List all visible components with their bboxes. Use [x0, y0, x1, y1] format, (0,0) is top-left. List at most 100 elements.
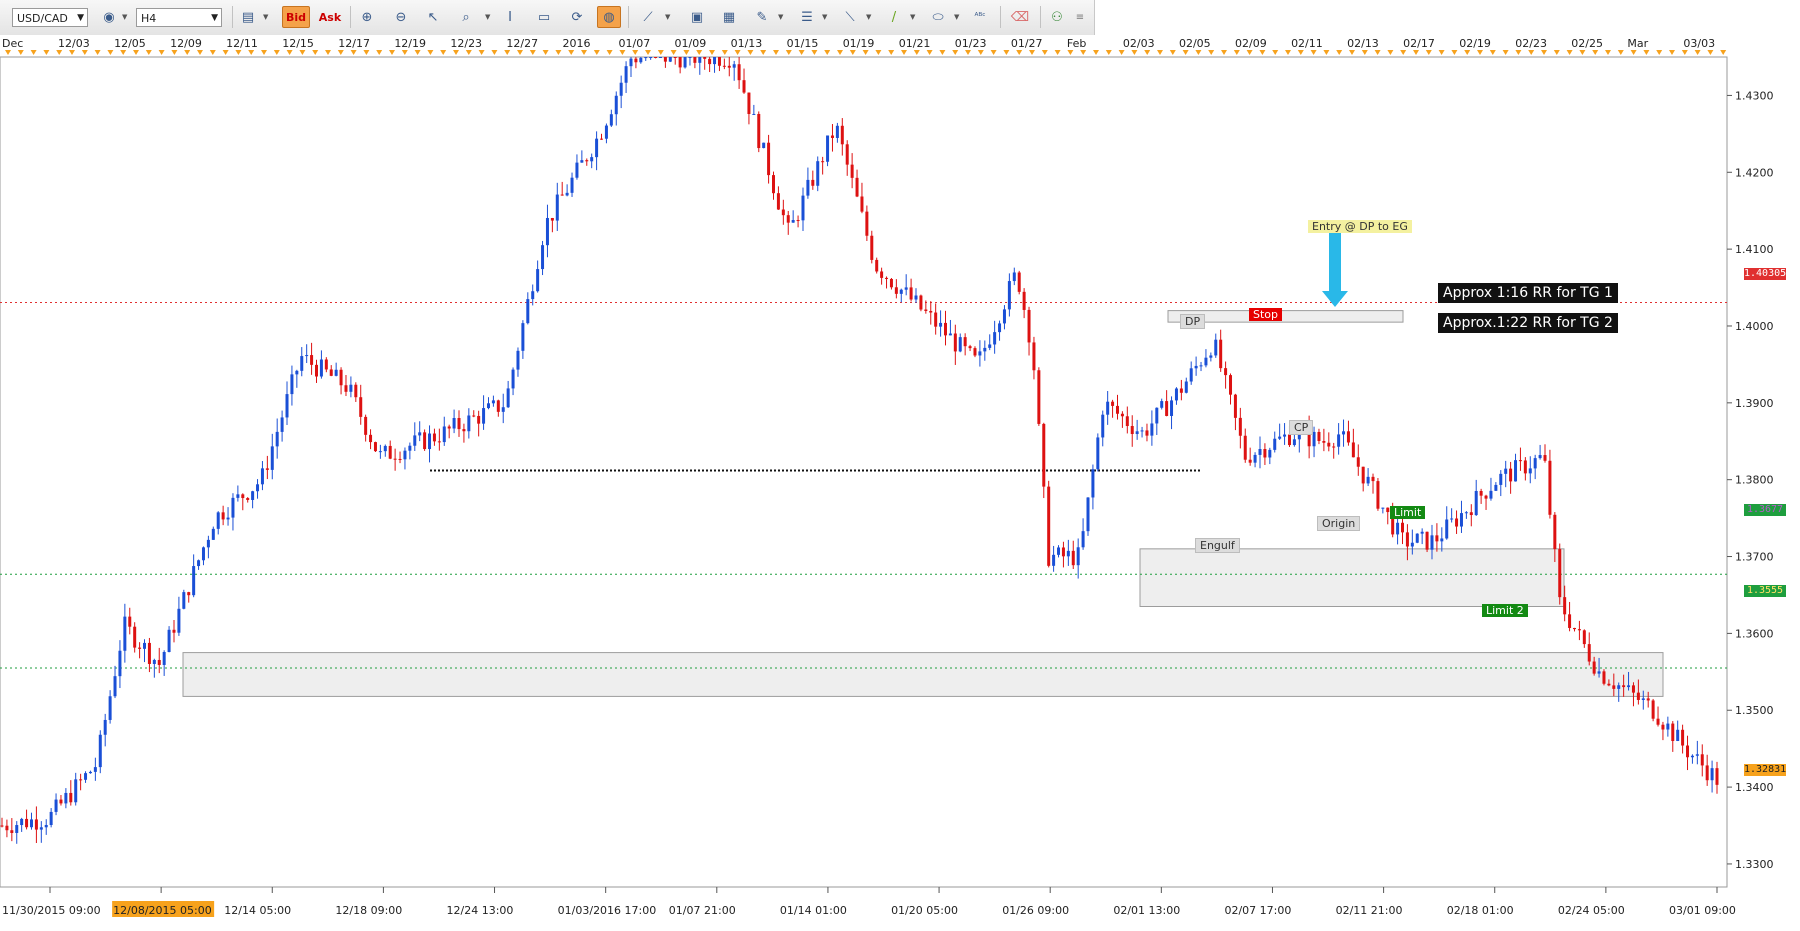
- candle-body-bear: [1592, 661, 1596, 674]
- zoom-in-icon[interactable]: ⊕: [355, 6, 379, 28]
- candle-body-bull: [1445, 519, 1449, 539]
- top-axis-label: 02/05: [1179, 37, 1211, 50]
- text-tool-icon[interactable]: Ⅰ: [498, 6, 522, 28]
- top-axis-label: 12/15: [282, 37, 314, 50]
- period-marker: [849, 50, 856, 55]
- candle-body-bear: [850, 164, 854, 178]
- ruler-icon[interactable]: ⟋: [636, 6, 660, 28]
- period-marker: [273, 50, 280, 55]
- candle-body-bear: [1332, 446, 1336, 448]
- chevron-down-icon[interactable]: ▼: [778, 13, 783, 21]
- candle-body-bear: [1523, 460, 1527, 474]
- symbol-select[interactable]: USD/CAD ▼: [12, 8, 88, 27]
- candle-body-bull: [614, 95, 618, 115]
- eraser-icon[interactable]: ⌫: [1008, 6, 1032, 28]
- period-marker: [1553, 50, 1560, 55]
- candle-body-bear: [1671, 723, 1675, 742]
- more-icon[interactable]: ≡: [1072, 6, 1088, 28]
- ask-toggle[interactable]: Ask: [316, 6, 344, 28]
- line-icon[interactable]: /: [882, 6, 906, 28]
- candle-body-bear: [840, 125, 844, 145]
- candle-body-bull: [1140, 430, 1144, 432]
- candle-body-bear: [934, 312, 938, 327]
- price-chart[interactable]: Dec 12/03 12/05 12/09 12/11 12/15 12/17 12/19 12…: [0, 35, 1800, 931]
- draw-tool-icon[interactable]: ✎: [750, 6, 774, 28]
- candle-body-bull: [948, 333, 952, 336]
- candle-body-bear: [1705, 765, 1709, 781]
- candle-body-bull: [1690, 755, 1694, 758]
- chart-canvas[interactable]: Dec 12/03 12/05 12/09 12/11 12/15 12/17 12/19 12…: [0, 35, 1800, 931]
- period-marker: [1374, 50, 1381, 55]
- candle-body-bull: [491, 400, 495, 404]
- candle-body-bear: [767, 142, 771, 176]
- bid-toggle[interactable]: Bid: [282, 6, 310, 28]
- chevron-down-icon[interactable]: ▼: [665, 13, 670, 21]
- period-marker: [824, 50, 831, 55]
- candle-body-bull: [506, 388, 510, 408]
- view-icon[interactable]: ◉: [97, 6, 121, 28]
- candle-body-bear: [1263, 449, 1267, 458]
- chart-type-icon[interactable]: ▤: [236, 6, 260, 28]
- period-marker: [1605, 50, 1611, 55]
- top-axis-label: Mar: [1627, 37, 1648, 50]
- globe-icon[interactable]: ◍: [597, 6, 621, 28]
- period-marker: [696, 50, 703, 55]
- candle-body-bull: [501, 407, 505, 412]
- zoom-out-icon[interactable]: ⊖: [389, 6, 413, 28]
- trend-icon[interactable]: ⟍: [838, 6, 862, 28]
- chevron-down-icon[interactable]: ▼: [954, 13, 959, 21]
- template-icon[interactable]: ▦: [717, 6, 741, 28]
- candle-body-bear: [1469, 512, 1473, 516]
- candle-body-bull: [1283, 434, 1287, 437]
- chevron-down-icon[interactable]: ▼: [910, 13, 915, 21]
- candle-body-bear: [1120, 413, 1124, 417]
- candle-body-bear: [885, 277, 889, 279]
- abc-text-icon[interactable]: ᴬᴮᶜ: [968, 6, 992, 28]
- candle-body-bull: [835, 125, 839, 138]
- ellipse-icon[interactable]: ⬭: [926, 6, 950, 28]
- candle-body-bear: [1582, 630, 1586, 645]
- candle-body-bull: [1292, 439, 1296, 446]
- period-marker: [1425, 50, 1432, 55]
- lines-icon[interactable]: ☰: [795, 6, 819, 28]
- bottom-axis-label: 02/01 13:00: [1113, 904, 1180, 917]
- magnifier-icon[interactable]: ⌕: [454, 6, 478, 28]
- objects-icon[interactable]: ⚇: [1045, 6, 1069, 28]
- sync-icon[interactable]: ⟳: [565, 6, 589, 28]
- chevron-down-icon[interactable]: ▼: [866, 13, 871, 21]
- period-marker: [1681, 50, 1688, 55]
- cursor-icon[interactable]: ↖: [421, 6, 445, 28]
- screenshot-icon[interactable]: ▭: [532, 6, 556, 28]
- candle-body-bear: [673, 57, 677, 58]
- chevron-down-icon[interactable]: ▼: [822, 13, 827, 21]
- candle-body-bull: [1057, 547, 1061, 555]
- candle-body-bull: [752, 113, 756, 115]
- candle-body-bull: [39, 827, 43, 830]
- candle-body-bull: [383, 445, 387, 452]
- candle-body-bear: [717, 57, 721, 66]
- candle-body-bear: [1224, 368, 1228, 376]
- period-marker: [798, 50, 805, 55]
- period-marker: [465, 50, 472, 55]
- period-marker: [1720, 50, 1727, 55]
- image-icon[interactable]: ▣: [685, 6, 709, 28]
- candle-body-bear: [393, 458, 397, 460]
- candle-body-bear: [963, 337, 967, 347]
- period-marker: [517, 50, 523, 55]
- candle-body-bear: [369, 434, 373, 443]
- timeframe-select[interactable]: H4 ▼: [136, 8, 222, 27]
- candle-body-bear: [1509, 468, 1513, 482]
- chevron-down-icon[interactable]: ▼: [122, 13, 127, 21]
- candle-body-bull: [280, 417, 284, 432]
- period-marker: [197, 50, 203, 55]
- candle-body-bear: [929, 310, 933, 313]
- limit2-price-tag: 1.3555: [1744, 585, 1786, 597]
- period-marker: [773, 50, 779, 55]
- candle-body-bear: [1032, 342, 1036, 371]
- chevron-down-icon[interactable]: ▼: [263, 13, 268, 21]
- chevron-down-icon[interactable]: ▼: [485, 13, 490, 21]
- candle-body-bull: [103, 719, 107, 735]
- candle-body-bear: [1130, 426, 1134, 435]
- candle-body-bull: [1627, 685, 1631, 688]
- candle-body-bear: [880, 271, 884, 278]
